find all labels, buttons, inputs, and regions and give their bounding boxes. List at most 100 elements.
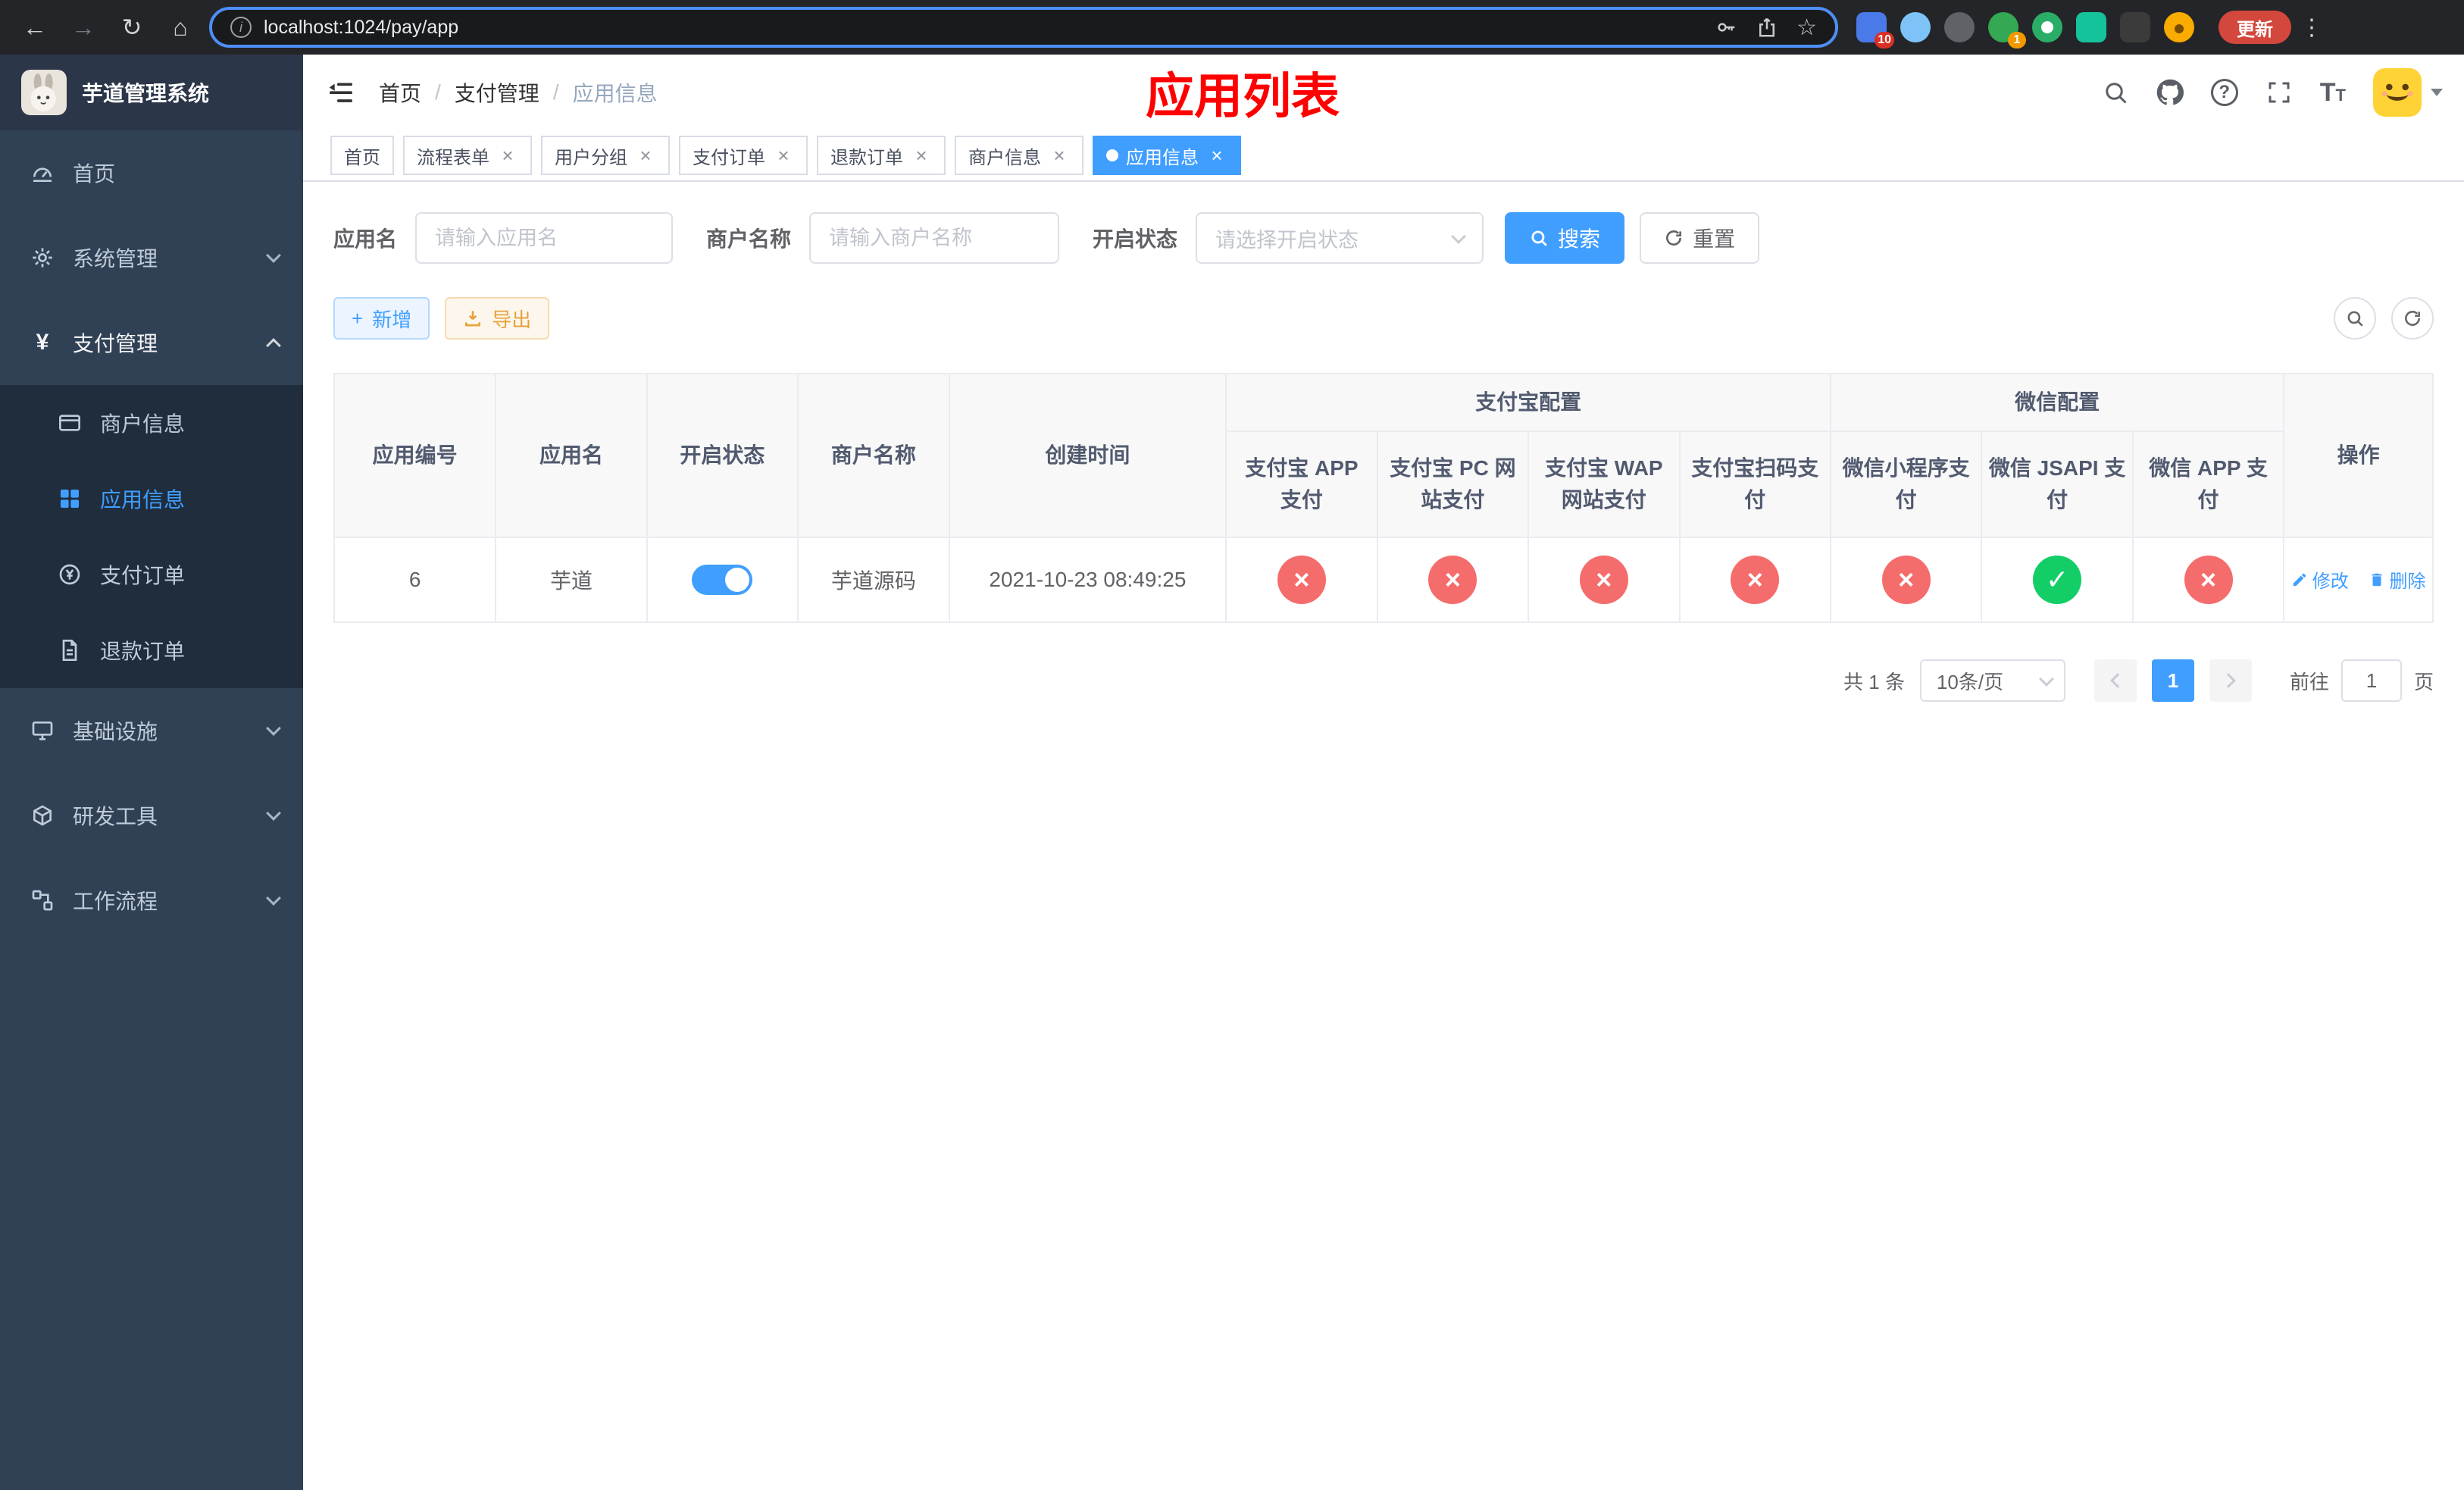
ext-drop-icon[interactable] [1900, 12, 1931, 42]
cell-alipay-qr: × [1678, 537, 1831, 623]
tab-process-form[interactable]: 流程表单 × [403, 136, 532, 175]
breadcrumb-separator: / [552, 80, 559, 104]
prev-page-button[interactable] [2093, 659, 2137, 702]
browser-forward-icon[interactable]: → [64, 8, 103, 47]
export-button-label: 导出 [492, 308, 532, 331]
delete-link[interactable]: 删除 [2369, 566, 2426, 593]
sidebar-item-infrastructure[interactable]: 基础设施 [0, 688, 303, 773]
search-button[interactable]: 搜索 [1505, 212, 1625, 264]
toggle-search-button[interactable] [2334, 297, 2376, 340]
page-number-button[interactable]: 1 [2151, 659, 2194, 702]
tab-label: 商户信息 [968, 147, 1041, 168]
github-icon[interactable] [2156, 79, 2184, 106]
help-icon[interactable]: ? [2210, 79, 2238, 106]
tab-close-icon[interactable]: × [911, 146, 932, 165]
col-header-actions: 操作 [2283, 373, 2434, 538]
sidebar-item-refund-order[interactable]: 退款订单 [0, 612, 303, 688]
tab-close-icon[interactable]: × [773, 146, 794, 165]
ext-face-icon[interactable] [2164, 12, 2194, 42]
browser-menu-icon[interactable]: ⋮ [2300, 14, 2323, 41]
browser-update-button[interactable]: 更新 [2219, 11, 2291, 44]
edit-link[interactable]: 修改 [2291, 566, 2349, 593]
bookmark-star-icon[interactable]: ☆ [1796, 14, 1817, 41]
ext-monkey-icon[interactable] [2120, 12, 2150, 42]
row-status-toggle[interactable] [692, 565, 753, 595]
font-size-icon[interactable]: TT [2320, 80, 2346, 105]
select-placeholder: 请选择开启状态 [1215, 228, 1359, 252]
col-header-app-id: 应用编号 [333, 373, 497, 538]
trash-icon [2372, 573, 2381, 586]
breadcrumb: 首页 / 支付管理 / 应用信息 [379, 77, 658, 108]
sidebar-item-merchant-info[interactable]: 商户信息 [0, 385, 303, 461]
merchant-name-input[interactable] [809, 212, 1060, 264]
app-name-input[interactable] [415, 212, 674, 264]
toggle-knob [725, 568, 750, 592]
omnibox-actions: ☆ [1715, 14, 1817, 41]
browser-reload-icon[interactable]: ↻ [112, 8, 152, 47]
sidebar-item-home[interactable]: 首页 [0, 130, 303, 215]
status-fail-icon: × [1881, 556, 1931, 604]
next-page-button[interactable] [2209, 659, 2252, 702]
search-icon[interactable] [2102, 79, 2129, 106]
address-bar[interactable]: i localhost:1024/pay/app ☆ [209, 7, 1838, 48]
ext-chat-icon[interactable] [2032, 12, 2062, 42]
sidebar-item-payment[interactable]: ¥ 支付管理 [0, 300, 303, 385]
breadcrumb-payment[interactable]: 支付管理 [455, 77, 539, 108]
site-info-icon[interactable]: i [230, 17, 252, 38]
tab-pay-order[interactable]: 支付订单 × [679, 136, 808, 175]
tab-refund-order[interactable]: 退款订单 × [817, 136, 946, 175]
ext-green-icon[interactable]: 1 [1988, 12, 2026, 49]
tab-label: 首页 [344, 147, 380, 168]
tab-app-info[interactable]: 应用信息 × [1093, 136, 1241, 175]
fullscreen-icon[interactable] [2265, 79, 2293, 106]
browser-back-icon[interactable]: ← [15, 8, 55, 47]
sidebar-item-app-info[interactable]: 应用信息 [0, 461, 303, 537]
merchant-name-label: 商户名称 [706, 227, 792, 251]
open-status-select[interactable]: 请选择开启状态 [1196, 212, 1484, 264]
refresh-table-button[interactable] [2391, 297, 2434, 340]
col-header-created: 创建时间 [948, 373, 1227, 538]
user-avatar[interactable] [2373, 68, 2443, 117]
chevron-up-icon [266, 338, 281, 353]
tab-close-icon[interactable]: × [1049, 146, 1070, 165]
tab-home[interactable]: 首页 [330, 136, 394, 175]
tab-user-group[interactable]: 用户分组 × [541, 136, 670, 175]
tab-close-icon[interactable]: × [1206, 146, 1227, 165]
search-icon [2347, 311, 2363, 327]
tab-close-icon[interactable]: × [635, 146, 656, 165]
breadcrumb-home[interactable]: 首页 [379, 77, 421, 108]
reset-button[interactable]: 重置 [1640, 212, 1760, 264]
sidebar-item-label: 支付管理 [73, 332, 158, 355]
ext-blue-icon[interactable]: 10 [1856, 12, 1894, 49]
goto-page: 前往 页 [2290, 659, 2434, 702]
password-key-icon[interactable] [1715, 16, 1737, 39]
sidebar-item-dev-tools[interactable]: 研发工具 [0, 773, 303, 858]
tab-close-icon[interactable]: × [497, 146, 518, 165]
ext-teal-icon[interactable] [2076, 12, 2106, 42]
col-group-alipay: 支付宝配置 [1225, 373, 1831, 432]
add-button-label: 新增 [372, 308, 412, 331]
ext-badge: 1 [2008, 32, 2026, 49]
goto-page-input[interactable] [2340, 659, 2402, 702]
app-logo[interactable]: 芋道管理系统 [0, 55, 303, 130]
ext-face-dot [2175, 24, 2184, 33]
sidebar-item-label: 退款订单 [100, 640, 186, 663]
top-navbar: 首页 / 支付管理 / 应用信息 应用列表 ? TT [303, 55, 2464, 130]
refresh-icon [2405, 311, 2420, 326]
chevron-down-icon [266, 806, 281, 821]
chevron-down-icon [2431, 89, 2443, 96]
sidebar-item-pay-order[interactable]: 支付订单 [0, 537, 303, 612]
tab-merchant-info[interactable]: 商户信息 × [955, 136, 1083, 175]
add-button[interactable]: + 新增 [333, 297, 430, 340]
ext-dark-icon[interactable] [1944, 12, 1975, 42]
export-button[interactable]: 导出 [445, 297, 550, 340]
browser-home-icon[interactable]: ⌂ [161, 8, 200, 47]
toolbar-right [2334, 297, 2434, 340]
tabs-bar: 首页 流程表单 × 用户分组 × 支付订单 × 退款订单 × 商户信息 × 应用信息 × [303, 130, 2464, 182]
coin-yen-icon [58, 562, 82, 587]
page-size-select[interactable]: 10条/页 [1919, 659, 2065, 702]
sidebar-item-workflow[interactable]: 工作流程 [0, 858, 303, 943]
share-icon[interactable] [1756, 16, 1778, 39]
sidebar-item-system[interactable]: 系统管理 [0, 215, 303, 300]
sidebar-toggle-icon[interactable] [303, 55, 379, 130]
